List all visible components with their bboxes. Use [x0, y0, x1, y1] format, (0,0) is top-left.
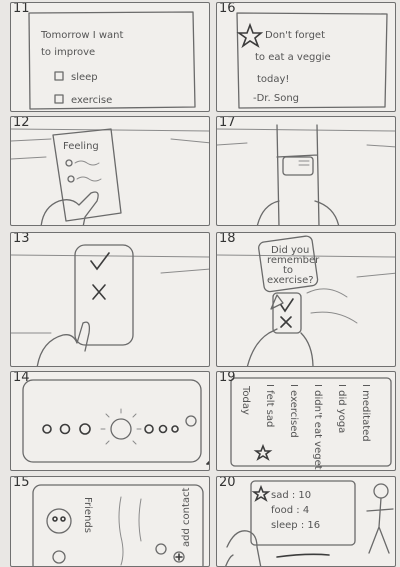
panel-12-sketch: Feeling	[11, 128, 209, 225]
mood-option-6-icon	[158, 424, 168, 434]
panel-19-line-meditated: I meditated	[360, 384, 371, 442]
panel-18-bubble-line4: exercise?	[267, 275, 314, 286]
panel-20-sketch: sad : 10 food : 4 sleep : 16	[225, 480, 394, 566]
panel-18-bubble-line2: remember	[267, 255, 320, 266]
smartwatch-icon	[272, 292, 302, 334]
panel-11-option-exercise: exercise	[71, 95, 112, 106]
checkbox-exercise-icon	[54, 94, 64, 104]
panel-18-sketch: Did you remember to exercise?	[217, 235, 395, 366]
panel-15: Friends add contact 15	[10, 476, 210, 567]
check-icon	[280, 298, 294, 313]
panel-11: Tomorrow I want to improve sleep exercis…	[10, 2, 210, 112]
star-icon	[253, 443, 273, 461]
tablet-outline	[32, 484, 204, 566]
star-icon	[251, 484, 271, 502]
panel-18: Did you remember to exercise? 18	[216, 232, 396, 367]
panel-15-sketch: Friends add contact	[32, 484, 204, 566]
panel-19: Today I felt sad I exercised I didn't ea…	[216, 371, 396, 471]
panel-19-line-yoga: I did yoga	[336, 384, 347, 433]
panel-11-option-sleep: sleep	[71, 72, 98, 83]
panel-16-line1: Don't forget	[265, 30, 325, 41]
panel-16-line2: to eat a veggie	[255, 52, 331, 63]
panel-17-number: 17	[219, 116, 236, 130]
panel-15-number: 15	[13, 476, 30, 490]
radio-option-2-icon	[67, 175, 75, 183]
panel-12-number: 12	[13, 116, 30, 130]
radio-option-1-icon	[65, 159, 73, 167]
person-left	[225, 530, 262, 566]
person-right	[366, 497, 394, 554]
mood-option-3-icon	[79, 423, 91, 435]
person-right-head	[373, 483, 389, 499]
panel-11-sketch: Tomorrow I want to improve sleep exercis…	[28, 11, 196, 110]
mood-option-7-icon	[171, 425, 179, 433]
stat-sleep: sleep : 16	[271, 520, 320, 531]
panel-14-sketch	[22, 379, 209, 465]
panel-13: 13	[10, 232, 210, 367]
panel-18-number: 18	[219, 232, 236, 246]
cross-icon	[92, 284, 106, 300]
panel-15-friends-label: Friends	[82, 497, 93, 533]
panel-19-number: 19	[219, 371, 236, 385]
panel-13-number: 13	[13, 232, 30, 246]
panel-20: sad : 10 food : 4 sleep : 16 20	[216, 476, 396, 567]
panel-11-number: 11	[13, 2, 30, 16]
panel-16-number: 16	[219, 2, 236, 16]
tablet-outline	[22, 379, 202, 463]
home-button-icon	[185, 415, 197, 427]
panel-16-line3: today!	[257, 74, 289, 85]
panel-12: Feeling 12	[10, 116, 210, 226]
panel-17-sketch	[217, 124, 395, 225]
star-icon	[236, 22, 264, 49]
panel-19-line-exercised: I exercised	[288, 384, 299, 438]
panel-14: 14	[10, 371, 210, 471]
panel-19-sketch: Today I felt sad I exercised I didn't ea…	[230, 377, 392, 471]
smartwatch-icon	[282, 156, 314, 176]
panel-16-sketch: Don't forget to eat a veggie today! -Dr.…	[236, 12, 388, 109]
panel-20-number: 20	[219, 476, 236, 490]
panel-16: Don't forget to eat a veggie today! -Dr.…	[216, 2, 396, 112]
panel-19-line-today: Today	[240, 385, 251, 415]
avatar	[52, 550, 66, 564]
panel-11-line2: to improve	[41, 47, 95, 58]
panel-12-title: Feeling	[63, 141, 99, 152]
panel-16-signature: -Dr. Song	[253, 93, 299, 104]
mood-option-2-icon	[59, 423, 71, 435]
mood-option-1-icon	[42, 424, 52, 434]
checkbox-sleep-icon	[54, 71, 64, 81]
mood-option-5-icon	[144, 424, 154, 434]
add-contact-button[interactable]: add contact	[181, 487, 192, 547]
stat-food: food : 4	[271, 505, 309, 516]
panel-11-line1: Tomorrow I want	[40, 30, 123, 41]
panel-17: 17	[216, 116, 396, 226]
avatar	[155, 543, 167, 555]
panel-19-line-vegetables: I didn't eat vegetables	[312, 384, 323, 471]
storyboard-sheet: Tomorrow I want to improve sleep exercis…	[0, 0, 400, 567]
mood-selected-icon	[110, 418, 132, 440]
panel-13-sketch	[11, 244, 209, 366]
avatar	[46, 508, 72, 534]
stat-sad: sad : 10	[271, 490, 311, 501]
panel-19-line-sad: I felt sad	[264, 384, 275, 427]
cross-icon	[280, 316, 292, 328]
panel-14-number: 14	[13, 371, 30, 385]
